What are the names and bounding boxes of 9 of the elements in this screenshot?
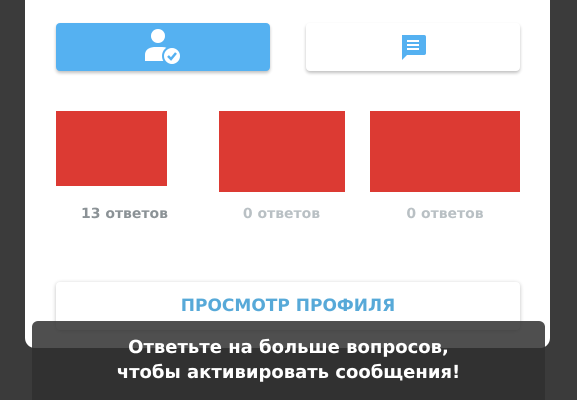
answer-count: 13 ответов xyxy=(80,206,168,222)
messages-tab[interactable] xyxy=(306,23,520,71)
chat-icon xyxy=(399,33,427,61)
answer-count: 0 ответов xyxy=(406,206,484,222)
user-check-icon xyxy=(143,27,183,67)
toast-text: чтобы активировать сообщения! xyxy=(116,361,460,385)
profile-tab[interactable] xyxy=(56,23,270,71)
answer-count: 0 ответов xyxy=(242,206,320,222)
toast-text: Ответьте на больше вопросов, xyxy=(128,336,449,360)
